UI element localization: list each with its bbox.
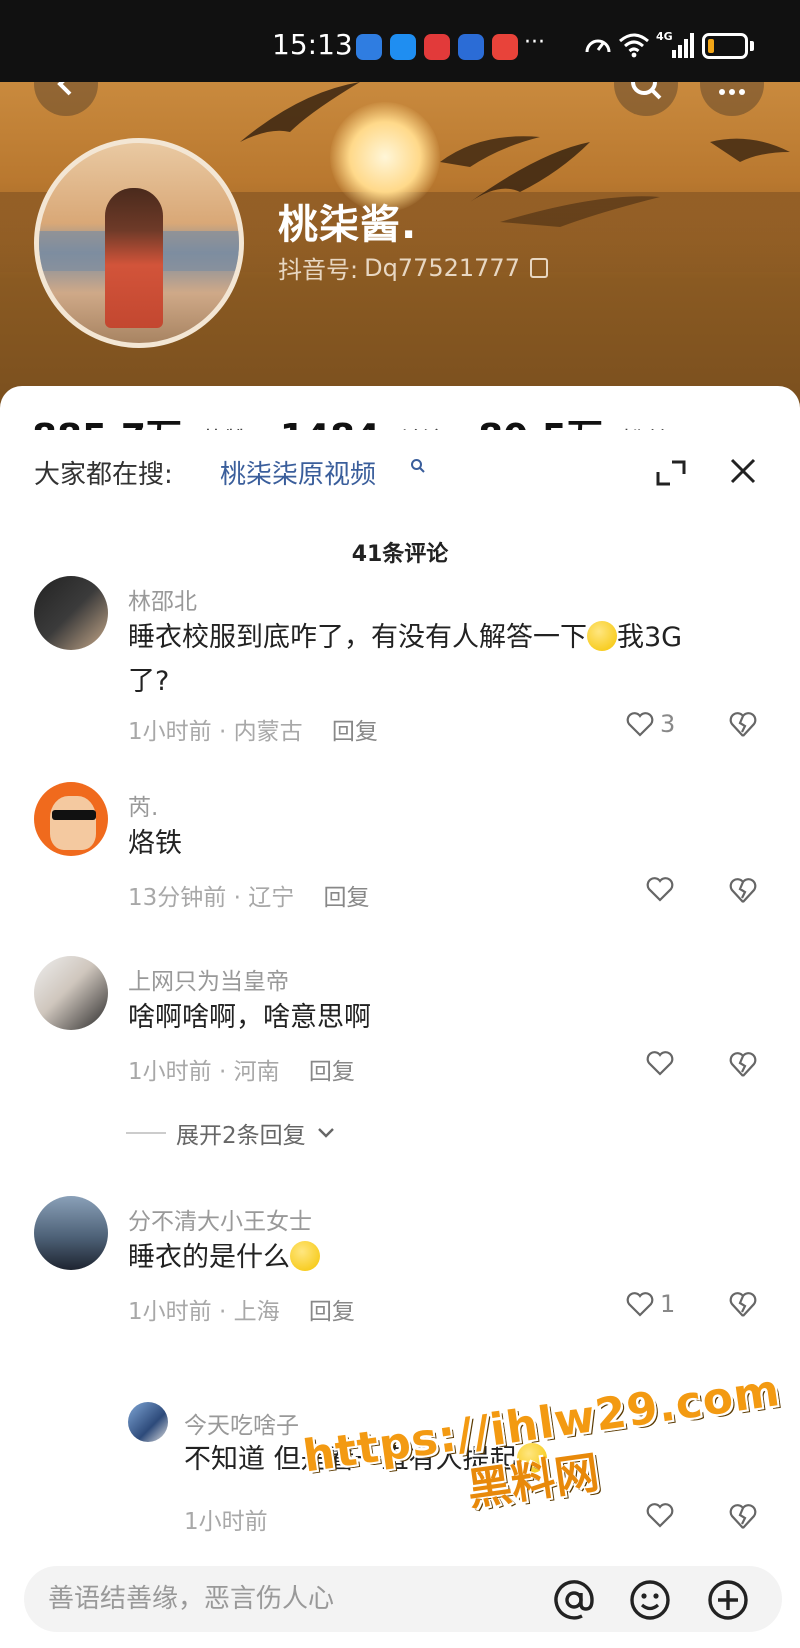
- avatar-figure: [105, 188, 163, 328]
- crying-emoji-icon: [587, 620, 617, 651]
- comment-meta: 13分钟前 · 辽宁 回复: [128, 878, 370, 912]
- comment-time-location: 1小时前 · 河南: [128, 1059, 280, 1085]
- app-notification-icon: [356, 34, 382, 60]
- comment-input[interactable]: [48, 1580, 528, 1618]
- commenter-avatar[interactable]: [34, 956, 108, 1030]
- broken-heart-icon[interactable]: [728, 1050, 758, 1078]
- avatar-face: [50, 796, 96, 850]
- add-icon[interactable]: [706, 1578, 750, 1622]
- mention-icon[interactable]: [552, 1578, 596, 1622]
- message-app-icon: [390, 34, 416, 60]
- reply-meta: 1小时前: [184, 1502, 268, 1536]
- copy-icon[interactable]: [529, 257, 548, 278]
- status-more-indicator: ···: [524, 30, 545, 55]
- heart-icon: [646, 1051, 674, 1076]
- comment-text-line: 睡衣校服到底咋了，有没有人解答一下: [128, 622, 587, 653]
- expand-divider: [126, 1132, 166, 1134]
- speed-icon: [585, 39, 611, 53]
- like-button[interactable]: [646, 1050, 674, 1076]
- like-count: 3: [660, 710, 676, 738]
- close-icon[interactable]: [728, 456, 758, 486]
- heart-icon: [626, 712, 654, 737]
- trending-search-row: 大家都在搜: 桃柒柒原视频: [0, 430, 800, 510]
- browser-app-icon: [458, 34, 484, 60]
- profile-name: 桃柒酱.: [278, 202, 418, 248]
- commenter-avatar[interactable]: [34, 782, 108, 856]
- commenter-avatar[interactable]: [34, 576, 108, 650]
- heart-icon[interactable]: [646, 1502, 674, 1528]
- broken-heart-icon[interactable]: [728, 1502, 758, 1530]
- profile-avatar[interactable]: [34, 138, 244, 348]
- battery-level: [708, 39, 714, 53]
- status-bar: 15:13 ··· 4G: [0, 0, 800, 82]
- search-icon: [631, 82, 662, 100]
- heart-icon: [646, 877, 674, 902]
- expand-replies-label: 展开2条回复: [176, 1123, 306, 1149]
- comment-meta: 1小时前 · 内蒙古 回复: [128, 712, 378, 746]
- commenter-name[interactable]: 林邵北: [128, 582, 197, 616]
- comment-text-line2: 了?: [128, 666, 170, 697]
- heart-icon: [626, 1292, 654, 1317]
- trending-search-link[interactable]: 桃柒柒原视频: [220, 454, 376, 491]
- small-search-icon: [411, 459, 425, 473]
- expand-replies-button[interactable]: 展开2条回复: [126, 1116, 336, 1150]
- signal-icon: [672, 33, 694, 58]
- network-type: 4G: [656, 30, 673, 43]
- replier-name[interactable]: 今天吃啥子: [184, 1406, 299, 1440]
- comment-text-line: 睡衣的是什么: [128, 1242, 290, 1273]
- reply-button[interactable]: 回复: [332, 719, 378, 745]
- comment-text: 烙铁: [128, 828, 182, 859]
- commenter-name[interactable]: 分不清大小王女士: [128, 1202, 312, 1236]
- comment-time-location: 1小时前 · 内蒙古: [128, 719, 303, 745]
- commenter-name[interactable]: 上网只为当皇帝: [128, 962, 289, 996]
- broken-heart-icon[interactable]: [728, 876, 758, 904]
- comment-text: 睡衣校服到底咋了，有没有人解答一下 我3G 了?: [128, 616, 768, 704]
- trending-search-label: 大家都在搜:: [34, 460, 173, 490]
- search-button[interactable]: [614, 82, 678, 116]
- like-button[interactable]: 1: [626, 1290, 675, 1318]
- comment-text-continued: 我3G: [617, 622, 683, 653]
- more-dots-icon: [719, 89, 745, 95]
- news-app-icon: [424, 34, 450, 60]
- profile-header: 桃柒酱. 抖音号: Dq77521777: [0, 82, 800, 412]
- screen: 15:13 ··· 4G 桃柒酱. 抖音号: Dq77521777 大家都在搜:…: [0, 0, 800, 1648]
- status-time: 15:13: [272, 28, 353, 61]
- comment-meta: 1小时前 · 河南 回复: [128, 1052, 355, 1086]
- replier-avatar[interactable]: [128, 1402, 168, 1442]
- wifi-icon: [619, 33, 649, 58]
- commenter-avatar[interactable]: [34, 1196, 108, 1270]
- more-button[interactable]: [700, 82, 764, 116]
- comment-text: 啥啊啥啊，啥意思啊: [128, 1002, 371, 1033]
- shopping-app-icon: [492, 34, 518, 60]
- comment-input-bar: [24, 1566, 782, 1632]
- expand-icon[interactable]: [656, 460, 686, 486]
- broken-heart-icon[interactable]: [728, 1290, 758, 1318]
- back-button[interactable]: [34, 82, 98, 116]
- emoji-picker-icon[interactable]: [628, 1578, 672, 1622]
- reply-button[interactable]: 回复: [309, 1299, 355, 1325]
- commenter-name[interactable]: 芮.: [128, 788, 158, 822]
- comment-time-location: 13分钟前 · 辽宁: [128, 885, 295, 911]
- reply-button[interactable]: 回复: [309, 1059, 355, 1085]
- battery-tip: [750, 41, 754, 51]
- smiling-emoji-icon: [290, 1240, 320, 1271]
- profile-id-value: Dq77521777: [364, 253, 520, 282]
- status-app-icons: [356, 34, 518, 60]
- battery-icon: [702, 33, 748, 59]
- profile-id-row[interactable]: 抖音号: Dq77521777: [278, 250, 548, 285]
- comment-time-location: 1小时前 · 上海: [128, 1299, 280, 1325]
- like-count: 1: [660, 1290, 676, 1318]
- avatar-glasses: [52, 810, 96, 820]
- like-button[interactable]: [646, 876, 674, 902]
- like-button[interactable]: 3: [626, 710, 675, 738]
- reply-time: 1小时前: [184, 1509, 268, 1535]
- reply-button[interactable]: 回复: [324, 885, 370, 911]
- comment-count: 41条评论: [351, 542, 449, 567]
- profile-id-label: 抖音号:: [278, 256, 359, 284]
- chevron-down-icon: [317, 1128, 334, 1138]
- chevron-left-icon: [57, 82, 72, 96]
- comment-meta: 1小时前 · 上海 回复: [128, 1292, 355, 1326]
- comment-text: 睡衣的是什么: [128, 1236, 768, 1280]
- broken-heart-icon[interactable]: [728, 710, 758, 738]
